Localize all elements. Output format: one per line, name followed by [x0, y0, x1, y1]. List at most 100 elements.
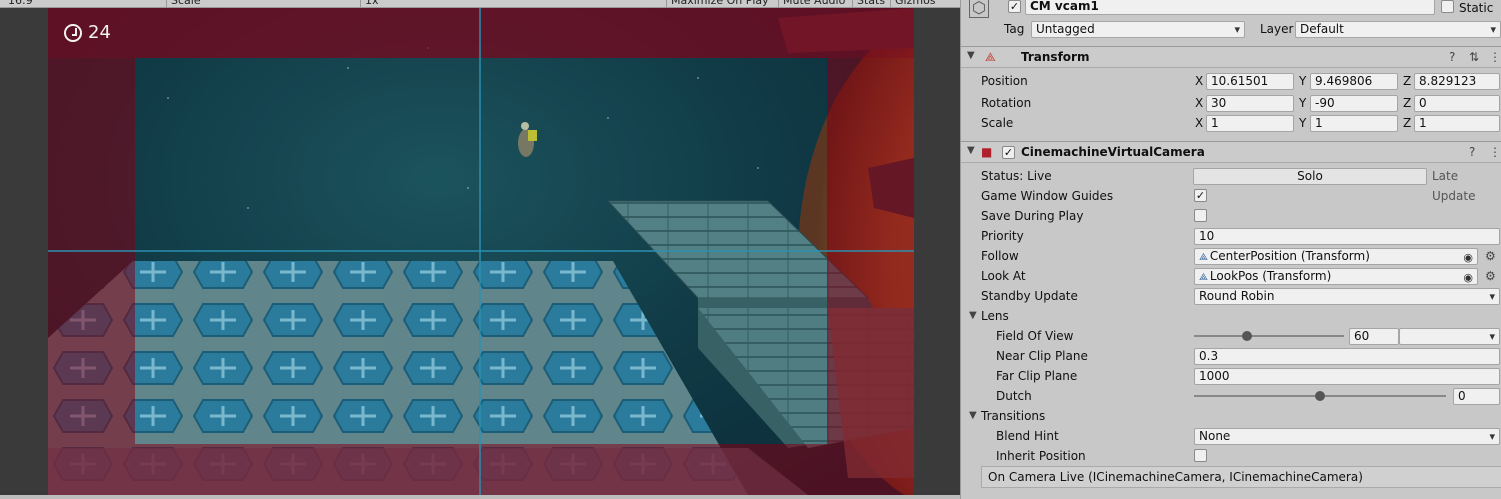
look-at-row: Look At ⟁ LookPos (Transform) ◉ ⚙: [961, 266, 1501, 286]
near-clip-field[interactable]: 0.3: [1194, 348, 1500, 365]
fov-mode-dropdown[interactable]: [1399, 328, 1500, 345]
game-viewport[interactable]: 24: [48, 8, 914, 495]
vcam-enabled-checkbox[interactable]: ✓: [1002, 146, 1015, 159]
follow-field[interactable]: ⟁ CenterPosition (Transform) ◉: [1194, 248, 1478, 265]
soft-zone-left: [48, 58, 135, 495]
display-dropdown[interactable]: 16:9: [4, 0, 37, 8]
tag-label: Tag: [1004, 22, 1025, 36]
game-window-guides-label: Game Window Guides: [981, 189, 1114, 203]
on-camera-live-event[interactable]: On Camera Live (ICinemachineCamera, ICin…: [981, 466, 1501, 488]
scale-value[interactable]: 1x: [360, 0, 383, 8]
maximize-on-play-toggle[interactable]: Maximize On Play: [666, 0, 773, 8]
object-name-field[interactable]: CM vcam1: [1025, 0, 1435, 15]
soft-zone-bottom: [135, 444, 827, 495]
look-at-field[interactable]: ⟁ LookPos (Transform) ◉: [1194, 268, 1478, 285]
solo-button[interactable]: Solo: [1193, 168, 1427, 185]
axis-x-label: X: [1195, 116, 1204, 130]
mute-audio-toggle[interactable]: Mute Audio: [778, 0, 849, 8]
object-picker-icon[interactable]: ◉: [1463, 250, 1473, 264]
save-during-play-label: Save During Play: [981, 209, 1084, 223]
priority-label: Priority: [981, 229, 1024, 243]
follow-row: Follow ⟁ CenterPosition (Transform) ◉ ⚙: [961, 246, 1501, 266]
scale-label: Scale: [166, 0, 205, 8]
help-icon[interactable]: ?: [1469, 145, 1475, 159]
look-at-label: Look At: [981, 269, 1026, 283]
standby-update-dropdown[interactable]: Round Robin: [1194, 288, 1500, 305]
vcam-header[interactable]: ▼ ■ ✓ CinemachineVirtualCamera ? ⋮: [961, 141, 1501, 163]
scale-z-field[interactable]: 1: [1414, 115, 1500, 132]
static-checkbox[interactable]: [1441, 0, 1454, 13]
inherit-position-checkbox[interactable]: [1194, 449, 1207, 462]
object-picker-icon[interactable]: ◉: [1463, 270, 1473, 284]
position-row: Position X 10.61501 Y 9.469806 Z 8.82912…: [961, 71, 1501, 91]
position-x-field[interactable]: 10.61501: [1206, 73, 1294, 90]
gear-icon[interactable]: ⚙: [1485, 266, 1496, 286]
far-clip-label: Far Clip Plane: [996, 369, 1078, 383]
game-toolbar: 16:9 Scale 1x Maximize On Play Mute Audi…: [0, 0, 960, 8]
near-clip-label: Near Clip Plane: [996, 349, 1088, 363]
foldout-arrow-icon[interactable]: ▼: [969, 306, 977, 326]
tag-dropdown[interactable]: Untagged: [1031, 21, 1245, 38]
transform-icon: ⟁: [1199, 272, 1208, 283]
foldout-arrow-icon[interactable]: ▼: [967, 145, 975, 156]
stats-toggle[interactable]: Stats: [852, 0, 889, 8]
foldout-arrow-icon[interactable]: ▼: [967, 50, 975, 61]
dutch-label: Dutch: [996, 389, 1032, 403]
follow-value: CenterPosition (Transform): [1209, 249, 1370, 263]
look-at-value: LookPos (Transform): [1209, 269, 1332, 283]
gizmos-toggle[interactable]: Gizmos: [890, 0, 940, 8]
active-checkbox[interactable]: ✓: [1008, 0, 1021, 13]
position-y-field[interactable]: 9.469806: [1310, 73, 1398, 90]
transform-icon: ⟁: [985, 50, 996, 64]
fov-field[interactable]: 60: [1349, 328, 1399, 345]
priority-field[interactable]: 10: [1194, 228, 1500, 245]
status-row: Status: Live Solo Late Update: [961, 166, 1501, 203]
lens-row[interactable]: ▼ Lens: [961, 306, 1501, 326]
help-icon[interactable]: ?: [1449, 50, 1455, 64]
soft-zone-right: [827, 58, 914, 495]
scene-render: [48, 8, 914, 495]
fov-slider-track[interactable]: [1194, 335, 1344, 337]
standby-update-label: Standby Update: [981, 289, 1078, 303]
foldout-arrow-icon[interactable]: ▼: [969, 406, 977, 426]
transitions-row[interactable]: ▼ Transitions: [961, 406, 1501, 426]
fov-slider-knob[interactable]: [1241, 331, 1252, 341]
inherit-position-label: Inherit Position: [996, 449, 1086, 463]
status-label: Status: Live: [981, 169, 1052, 183]
transform-header[interactable]: ▼ ⟁ Transform ? ⇅ ⋮: [961, 46, 1501, 68]
scale-y-field[interactable]: 1: [1310, 115, 1398, 132]
blend-hint-dropdown[interactable]: None: [1194, 428, 1500, 445]
hard-limit-top: [48, 8, 914, 58]
dutch-row: Dutch 0: [961, 386, 1501, 406]
fov-label: Field Of View: [996, 329, 1074, 343]
save-during-play-checkbox[interactable]: [1194, 209, 1207, 222]
near-clip-row: Near Clip Plane 0.3: [961, 346, 1501, 366]
game-window-guides-checkbox[interactable]: ✓: [1194, 189, 1207, 202]
rotation-y-field[interactable]: -90: [1310, 95, 1398, 112]
sliders-icon[interactable]: ⇅: [1469, 50, 1479, 64]
axis-x-label: X: [1195, 96, 1204, 110]
gear-icon[interactable]: ⚙: [1485, 246, 1496, 266]
game-window-guides-row: Game Window Guides ✓: [961, 186, 1501, 206]
kebab-menu-icon[interactable]: ⋮: [1489, 50, 1501, 64]
dutch-field[interactable]: 0: [1453, 388, 1500, 405]
gameobject-icon: ⬡: [969, 0, 989, 18]
axis-z-label: Z: [1403, 74, 1412, 88]
axis-x-label: X: [1195, 74, 1204, 88]
static-label: Static: [1459, 1, 1494, 15]
dutch-slider-knob[interactable]: [1315, 391, 1325, 401]
game-view: 16:9 Scale 1x Maximize On Play Mute Audi…: [0, 0, 960, 499]
game-bottom-strip: [0, 495, 960, 499]
axis-y-label: Y: [1299, 74, 1307, 88]
scale-label: Scale: [981, 116, 1014, 130]
layer-dropdown[interactable]: Default: [1295, 21, 1501, 38]
fov-row: Field Of View 60: [961, 326, 1501, 346]
rotation-x-field[interactable]: 30: [1206, 95, 1294, 112]
rotation-z-field[interactable]: 0: [1414, 95, 1500, 112]
scale-x-field[interactable]: 1: [1206, 115, 1294, 132]
kebab-menu-icon[interactable]: ⋮: [1489, 145, 1501, 159]
tag-layer-row: Tag Untagged Layer Default: [961, 19, 1501, 39]
inspector-panel: ⬡ ✓ CM vcam1 Static Tag Untagged Layer D…: [960, 0, 1501, 499]
position-z-field[interactable]: 8.829123: [1414, 73, 1500, 90]
far-clip-field[interactable]: 1000: [1194, 368, 1500, 385]
